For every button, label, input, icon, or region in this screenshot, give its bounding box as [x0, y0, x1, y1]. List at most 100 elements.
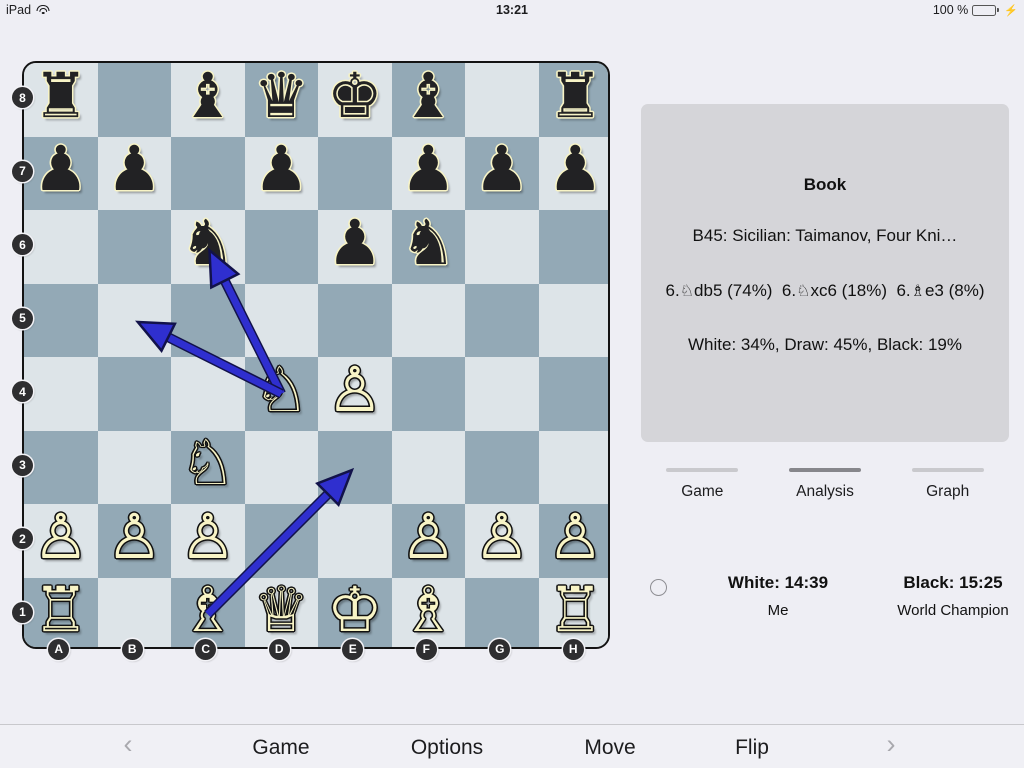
- piece-white-pawn-c2[interactable]: ♙: [171, 504, 245, 578]
- board-square-b4[interactable]: [97, 357, 171, 431]
- tab-game[interactable]: Game: [641, 468, 764, 514]
- board-square-c4[interactable]: [171, 357, 245, 431]
- piece-black-pawn-a7[interactable]: ♟: [24, 137, 98, 211]
- board-square-a3[interactable]: [24, 430, 98, 504]
- book-moves-line: 6.♘db5 (74%) 6.♘xc6 (18%) 6.♗e3 (8%): [666, 281, 985, 301]
- toolbar-flip-button[interactable]: Flip: [735, 736, 769, 760]
- board-square-a4[interactable]: [24, 357, 98, 431]
- black-player-name: World Champion: [897, 602, 1009, 619]
- book-move-number: 6.: [781, 281, 797, 300]
- book-move-1[interactable]: 6.♘db5 (74%): [666, 281, 773, 300]
- clocks-row: White: 14:39 Me Black: 15:25 World Champ…: [641, 573, 1021, 635]
- piece-black-pawn-g7[interactable]: ♟: [465, 137, 539, 211]
- board-square-e2[interactable]: [318, 504, 392, 578]
- board-square-d5[interactable]: [244, 283, 318, 357]
- piece-black-bishop-f8[interactable]: ♝: [392, 63, 466, 137]
- piece-black-pawn-b7[interactable]: ♟: [98, 137, 172, 211]
- board-square-b3[interactable]: [97, 430, 171, 504]
- file-label-G: G: [489, 638, 511, 660]
- bottom-toolbar[interactable]: ‹ Game Options Move Flip ›: [0, 724, 1024, 768]
- toolbar-options-button[interactable]: Options: [411, 736, 483, 760]
- tab-label: Analysis: [796, 483, 854, 500]
- file-label-H: H: [562, 638, 584, 660]
- book-move-san: xc6 (18%): [810, 281, 887, 300]
- opening-name: B45: Sicilian: Taimanov, Four Kni…: [692, 226, 958, 245]
- board-square-e7[interactable]: [318, 136, 392, 210]
- rank-label-1: 1: [12, 601, 33, 623]
- chevron-right-icon[interactable]: ›: [887, 729, 896, 760]
- battery-icon: [972, 4, 1000, 16]
- status-bar-clock: 13:21: [496, 3, 528, 17]
- file-label-B: B: [121, 638, 143, 660]
- tab-label: Game: [681, 483, 724, 500]
- piece-black-pawn-f7[interactable]: ♟: [392, 137, 466, 211]
- piece-black-rook-a8[interactable]: ♜: [24, 63, 98, 137]
- piece-white-pawn-e4[interactable]: ♙: [318, 357, 392, 431]
- black-clock[interactable]: Black: 15:25 World Champion: [853, 573, 1024, 619]
- board-square-b8[interactable]: [97, 63, 171, 137]
- toolbar-move-button[interactable]: Move: [584, 736, 635, 760]
- battery-percent-label: 100 %: [932, 3, 969, 17]
- piece-white-pawn-b2[interactable]: ♙: [98, 504, 172, 578]
- piece-black-king-e8[interactable]: ♚: [318, 63, 392, 137]
- board-square-b5[interactable]: [97, 283, 171, 357]
- rank-label-5: 5: [12, 307, 33, 329]
- piece-black-bishop-c8[interactable]: ♝: [171, 63, 245, 137]
- board-square-h4[interactable]: [538, 357, 608, 431]
- piece-white-knight-d4[interactable]: ♘: [245, 357, 319, 431]
- white-clock[interactable]: White: 14:39 Me: [683, 573, 873, 619]
- file-label-D: D: [268, 638, 290, 660]
- board-square-g6[interactable]: [465, 210, 539, 284]
- board-square-d6[interactable]: [244, 210, 318, 284]
- piece-white-pawn-h2[interactable]: ♙: [539, 504, 609, 578]
- chess-board[interactable]: ♜ ♝ ♛ ♚ ♝ ♜ ♟ ♟ ♟ ♟ ♟ ♟ ♞ ♟ ♞ ♘ ♙ ♘ ♙ ♙ ♙ ♙ ♙ ♙ ♖ ♗ ♕ ♔ ♗ ♖: [22, 61, 610, 649]
- board-square-g8[interactable]: [465, 63, 539, 137]
- board-square-c7[interactable]: [171, 136, 245, 210]
- piece-white-knight-c3[interactable]: ♘: [171, 431, 245, 505]
- piece-black-rook-h8[interactable]: ♜: [539, 63, 609, 137]
- piece-white-pawn-f2[interactable]: ♙: [392, 504, 466, 578]
- file-label-F: F: [415, 638, 437, 660]
- board-square-g5[interactable]: [465, 283, 539, 357]
- status-bar-right: 100 % ⚡: [933, 3, 1018, 17]
- book-move-piece-icon: ♘: [679, 283, 695, 300]
- piece-white-pawn-a2[interactable]: ♙: [24, 504, 98, 578]
- tab-analysis[interactable]: Analysis: [764, 468, 887, 514]
- lightning-bolt-icon: ⚡: [1004, 4, 1018, 17]
- tab-indicator: [911, 468, 984, 472]
- board-square-f4[interactable]: [391, 357, 465, 431]
- piece-black-knight-f6[interactable]: ♞: [392, 210, 466, 284]
- board-square-d2[interactable]: [244, 504, 318, 578]
- board-square-e3[interactable]: [318, 430, 392, 504]
- board-square-b6[interactable]: [97, 210, 171, 284]
- panel-tabs[interactable]: Game Analysis Graph: [641, 468, 1009, 514]
- board-square-h5[interactable]: [538, 283, 608, 357]
- board-square-c5[interactable]: [171, 283, 245, 357]
- board-square-a6[interactable]: [24, 210, 98, 284]
- piece-black-knight-c6[interactable]: ♞: [171, 210, 245, 284]
- file-label-A: A: [48, 638, 70, 660]
- piece-black-pawn-e6[interactable]: ♟: [318, 210, 392, 284]
- chevron-left-icon[interactable]: ‹: [124, 729, 133, 760]
- piece-black-pawn-h7[interactable]: ♟: [539, 137, 609, 211]
- board-square-e5[interactable]: [318, 283, 392, 357]
- board-square-h3[interactable]: [538, 430, 608, 504]
- book-move-2[interactable]: 6.♘xc6 (18%): [782, 281, 887, 300]
- tab-graph[interactable]: Graph: [886, 468, 1009, 514]
- board-square-g4[interactable]: [465, 357, 539, 431]
- board-square-a5[interactable]: [24, 283, 98, 357]
- book-move-san: db5 (74%): [694, 281, 773, 300]
- chess-board-area[interactable]: ♜ ♝ ♛ ♚ ♝ ♜ ♟ ♟ ♟ ♟ ♟ ♟ ♞ ♟ ♞ ♘ ♙ ♘ ♙ ♙ ♙ ♙ ♙ ♙ ♖ ♗ ♕ ♔ ♗ ♖ 87654321A…: [12, 61, 610, 660]
- analysis-card: Book B45: Sicilian: Taimanov, Four Kni… …: [641, 104, 1009, 442]
- piece-black-queen-d8[interactable]: ♛: [245, 63, 319, 137]
- board-square-d3[interactable]: [244, 430, 318, 504]
- piece-black-pawn-d7[interactable]: ♟: [245, 137, 319, 211]
- board-square-g3[interactable]: [465, 430, 539, 504]
- book-move-piece-icon: ♗: [910, 283, 925, 300]
- toolbar-game-button[interactable]: Game: [252, 736, 309, 760]
- piece-white-pawn-g2[interactable]: ♙: [465, 504, 539, 578]
- board-square-f3[interactable]: [391, 430, 465, 504]
- board-square-h6[interactable]: [538, 210, 608, 284]
- book-move-3[interactable]: 6.♗e3 (8%): [896, 281, 984, 300]
- board-square-f5[interactable]: [391, 283, 465, 357]
